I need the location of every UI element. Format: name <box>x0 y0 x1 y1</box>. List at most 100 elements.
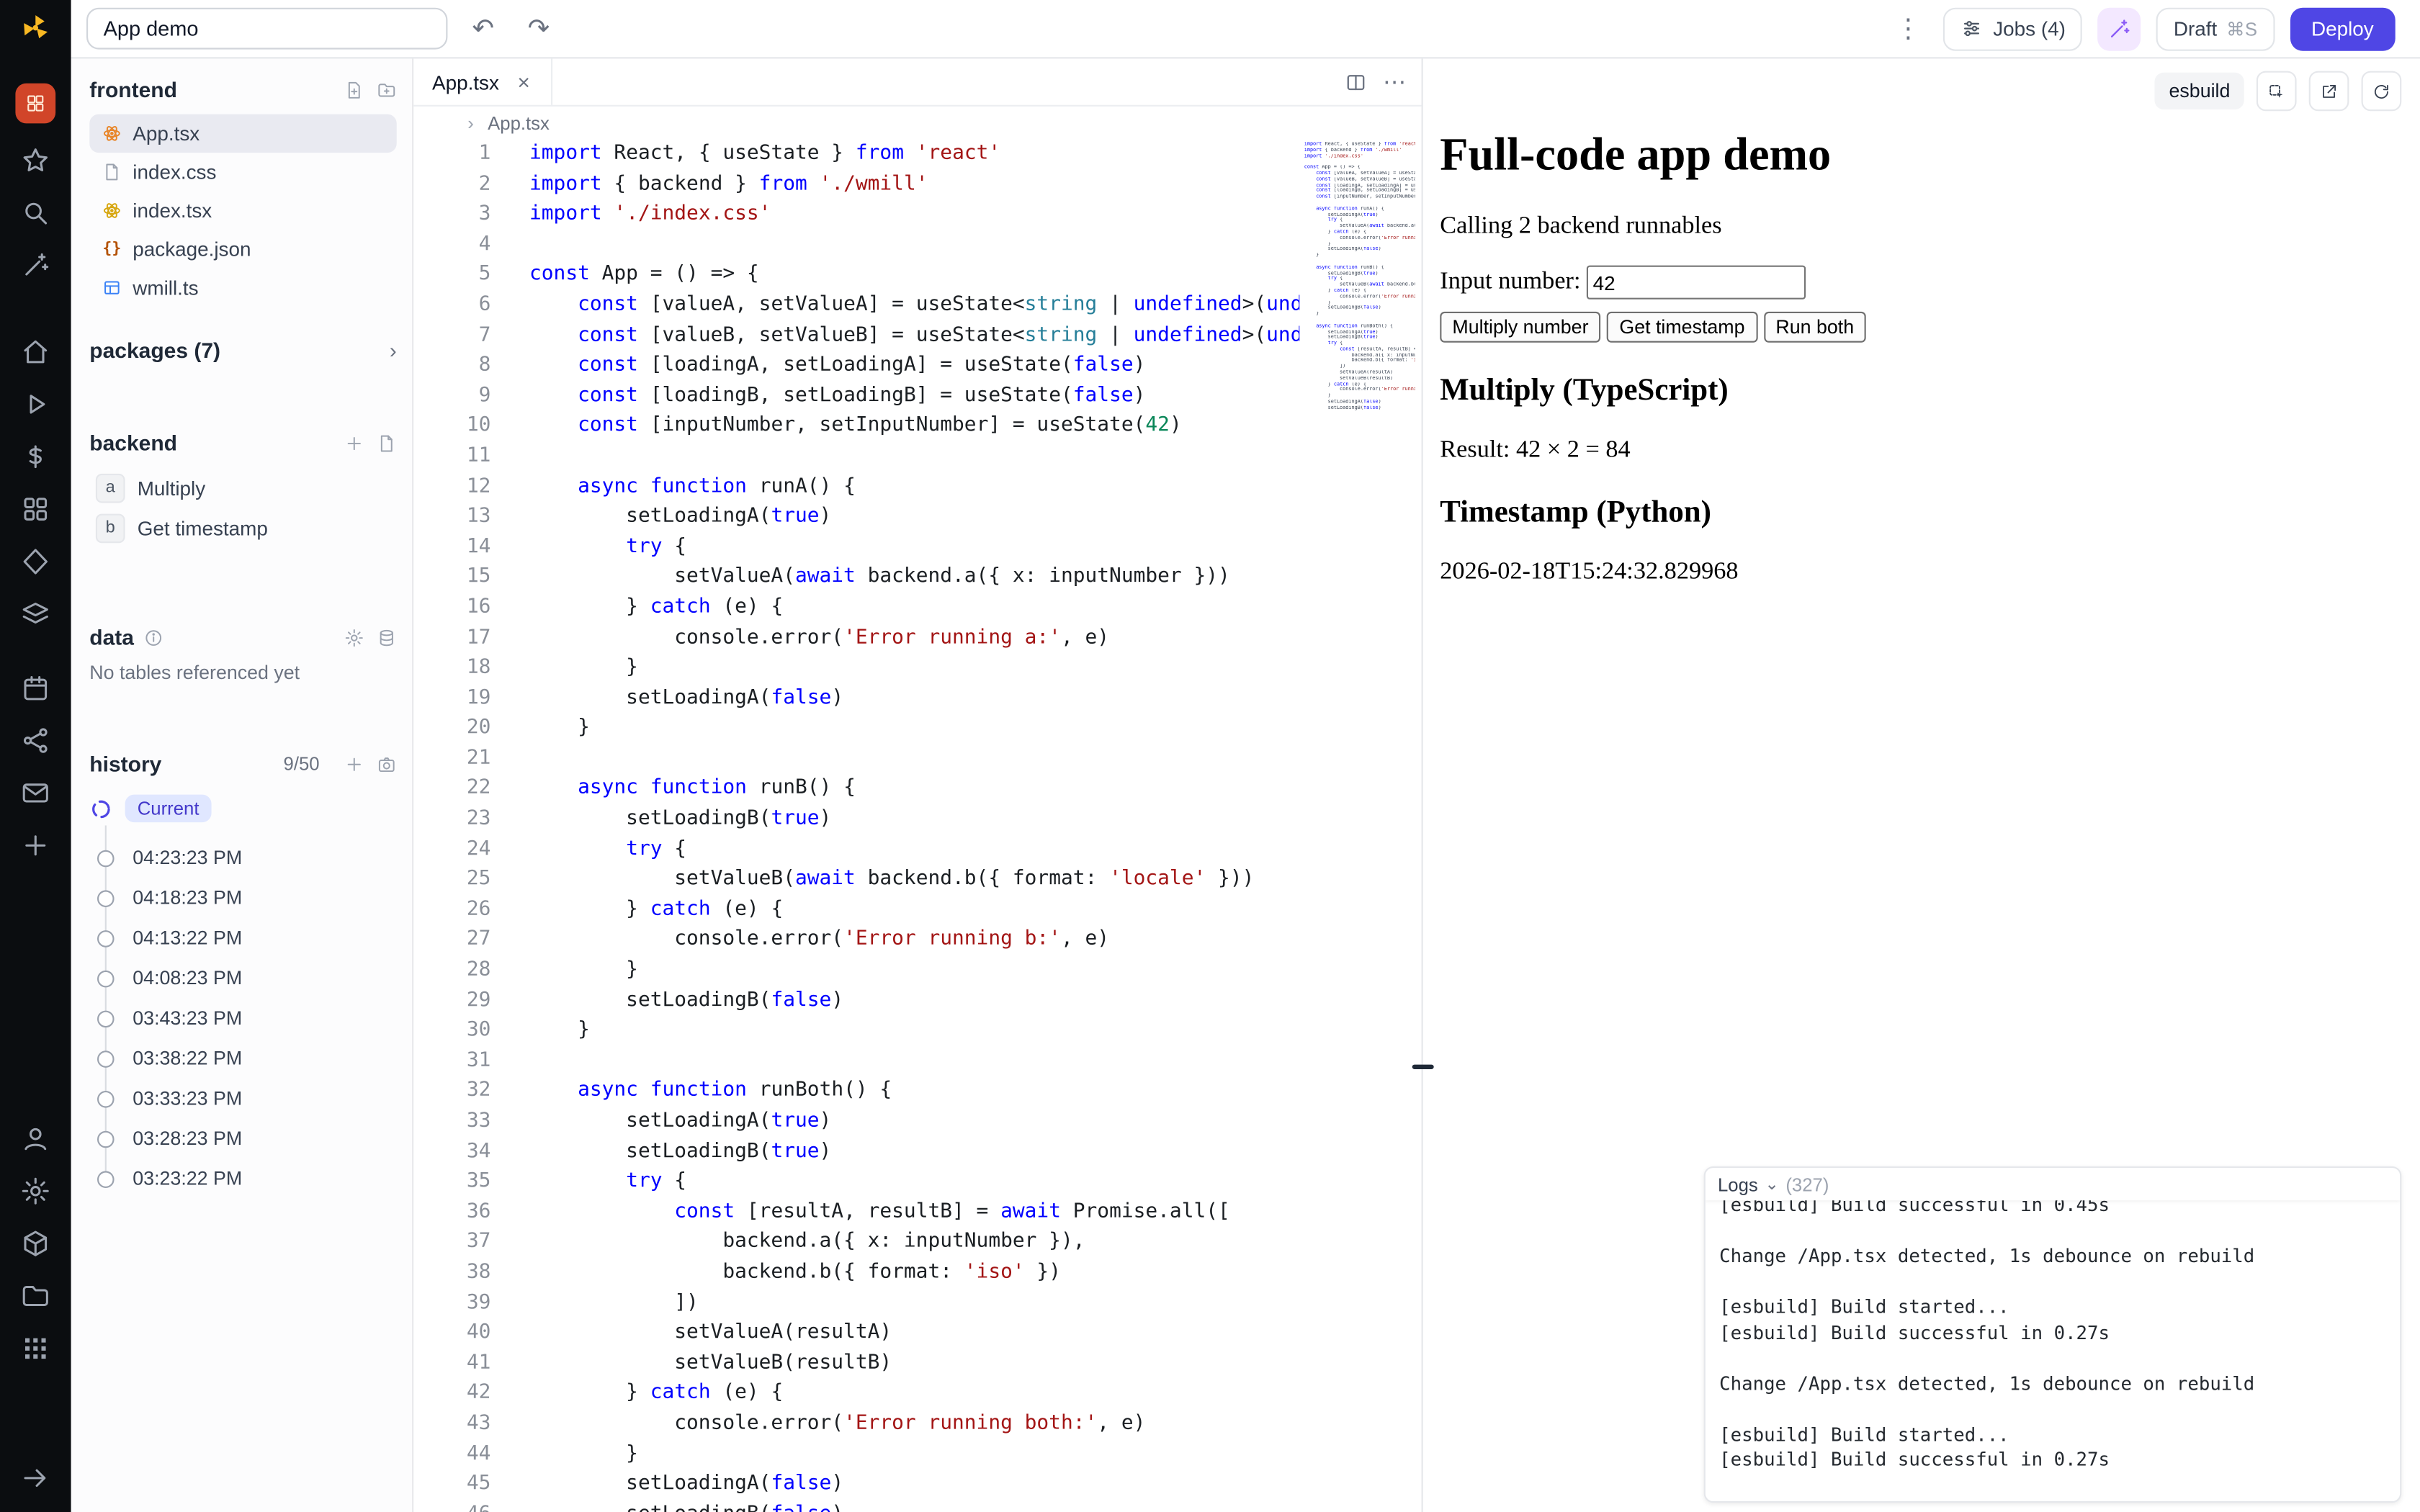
history-current-badge[interactable]: Current <box>125 795 212 823</box>
open-external-button[interactable] <box>2309 71 2349 112</box>
history-dot <box>97 1010 115 1027</box>
refresh-button[interactable] <box>2362 71 2402 112</box>
history-dot <box>97 1050 115 1067</box>
log-line <box>1719 1396 2386 1421</box>
backend-title: backend <box>89 431 177 455</box>
explorer-panel: frontend App.tsxindex.cssindex.tsx{}pack… <box>71 58 414 1512</box>
gear-icon[interactable] <box>20 1176 51 1207</box>
packages-title: packages (7) <box>89 338 220 362</box>
new-file-icon[interactable] <box>344 79 364 99</box>
minimap[interactable]: import React, { useState } from 'react'i… <box>1299 142 1415 411</box>
history-entry[interactable]: 04:13:22 PM <box>89 918 396 958</box>
history-entry[interactable]: 03:23:22 PM <box>89 1158 396 1199</box>
blocks-icon[interactable] <box>20 494 51 525</box>
file-item-App.tsx[interactable]: App.tsx <box>89 114 396 153</box>
panel-resize-handle[interactable] <box>1412 1065 1434 1069</box>
code-line-15: 15 setValueA(await backend.a({ x: inputN… <box>413 562 1421 593</box>
rail-group-primary <box>15 84 55 281</box>
sliders-icon <box>1960 17 1984 40</box>
wand-icon[interactable] <box>20 250 51 281</box>
logs-header[interactable]: Logs ⌄ (327) <box>1706 1168 2400 1200</box>
code-line-16: 16 } catch (e) { <box>413 593 1421 623</box>
play-icon[interactable] <box>20 389 51 420</box>
rail-group-exit <box>20 1462 51 1493</box>
mail-icon[interactable] <box>20 778 51 809</box>
wand-icon-topbar <box>2107 17 2132 41</box>
deploy-button[interactable]: Deploy <box>2290 7 2396 50</box>
split-view-icon[interactable] <box>1344 71 1367 94</box>
backend-header: backend <box>89 431 396 455</box>
dollar-icon[interactable] <box>20 441 51 472</box>
history-dot <box>97 889 115 906</box>
more-menu-button[interactable]: ⋮ <box>1888 9 1929 49</box>
history-entry[interactable]: 03:28:23 PM <box>89 1119 396 1159</box>
braces-icon: {} <box>102 239 122 259</box>
run-both-button[interactable]: Run both <box>1763 312 1866 343</box>
history-time: 04:23:23 PM <box>133 847 242 868</box>
log-line: [esbuild] Build started... <box>1719 1295 2386 1320</box>
jobs-button[interactable]: Jobs (4) <box>1944 7 2083 50</box>
undo-button[interactable]: ↶ <box>463 9 503 49</box>
code-line-13: 13 setLoadingA(true) <box>413 502 1421 532</box>
history-entry[interactable]: 03:38:22 PM <box>89 1038 396 1079</box>
multiply-result: Result: 42 × 2 = 84 <box>1440 436 2389 464</box>
layers-icon[interactable] <box>20 598 51 629</box>
star-icon[interactable] <box>20 145 51 176</box>
add-runnable-icon[interactable] <box>344 433 364 453</box>
history-title: history <box>89 752 161 776</box>
add-table-icon[interactable] <box>377 627 397 647</box>
search-icon[interactable] <box>20 197 51 228</box>
get-timestamp-button[interactable]: Get timestamp <box>1607 312 1757 343</box>
close-icon[interactable]: × <box>514 73 533 91</box>
history-add-icon[interactable] <box>344 754 364 774</box>
code-line-8: 8 const [loadingA, setLoadingA] = useSta… <box>413 351 1421 381</box>
data-title: data <box>89 625 134 649</box>
logs-body[interactable]: [esbuild] Build successful in 0.45s Chan… <box>1706 1200 2400 1496</box>
history-entry[interactable]: 04:18:23 PM <box>89 878 396 918</box>
redo-button[interactable]: ↷ <box>519 9 559 49</box>
runnable-item-b[interactable]: bGet timestamp <box>89 508 396 548</box>
grid-icon[interactable] <box>20 1333 51 1364</box>
file-item-wmill.ts[interactable]: wmill.ts <box>89 269 396 307</box>
draft-label: Draft <box>2174 17 2217 40</box>
data-settings-icon[interactable] <box>344 627 364 647</box>
ai-wand-button[interactable] <box>2098 7 2141 50</box>
calendar-icon[interactable] <box>20 672 51 703</box>
packages-row[interactable]: packages (7) › <box>89 338 396 362</box>
history-entry[interactable]: 04:23:23 PM <box>89 838 396 878</box>
history-entry[interactable]: 03:33:23 PM <box>89 1079 396 1119</box>
box-icon[interactable] <box>20 1228 51 1259</box>
file-item-index.tsx[interactable]: index.tsx <box>89 192 396 230</box>
history-dot <box>97 1090 115 1107</box>
jobs-label: Jobs (4) <box>1993 17 2066 40</box>
history-time: 03:43:23 PM <box>133 1007 242 1029</box>
code-line-20: 20 } <box>413 714 1421 744</box>
history-entry[interactable]: 04:08:23 PM <box>89 958 396 999</box>
history-entry[interactable]: 03:43:23 PM <box>89 998 396 1038</box>
inspect-button[interactable] <box>2257 71 2297 112</box>
file-item-index.css[interactable]: index.css <box>89 153 396 192</box>
ellipsis-icon[interactable]: ⋯ <box>1383 71 1406 94</box>
esbuild-badge[interactable]: esbuild <box>2155 73 2244 109</box>
app-name-input[interactable] <box>86 8 447 50</box>
new-folder-icon[interactable] <box>377 79 397 99</box>
home-icon[interactable] <box>20 336 51 367</box>
tab-app-tsx[interactable]: App.tsx × <box>413 58 553 104</box>
windmill-logo[interactable] <box>20 12 51 43</box>
file-item-package.json[interactable]: {}package.json <box>89 230 396 269</box>
share-icon[interactable] <box>20 725 51 756</box>
plus-icon[interactable] <box>20 830 51 861</box>
app-tile[interactable] <box>15 84 55 124</box>
runnable-item-a[interactable]: aMultiply <box>89 467 396 508</box>
diamond-icon[interactable] <box>20 546 51 577</box>
user-icon[interactable] <box>20 1123 51 1154</box>
input-number-field[interactable] <box>1587 266 1806 300</box>
folder-icon[interactable] <box>20 1281 51 1312</box>
multiply-number-button[interactable]: Multiply number <box>1440 312 1600 343</box>
code-line-46: 46 setLoadingB(false) <box>413 1499 1421 1512</box>
code-area[interactable]: 1import React, { useState } from 'react'… <box>413 139 1421 1512</box>
new-script-icon[interactable] <box>377 433 397 453</box>
camera-icon[interactable] <box>377 754 397 774</box>
draft-button[interactable]: Draft ⌘S <box>2156 7 2274 50</box>
arrow-right-icon[interactable] <box>20 1462 51 1493</box>
